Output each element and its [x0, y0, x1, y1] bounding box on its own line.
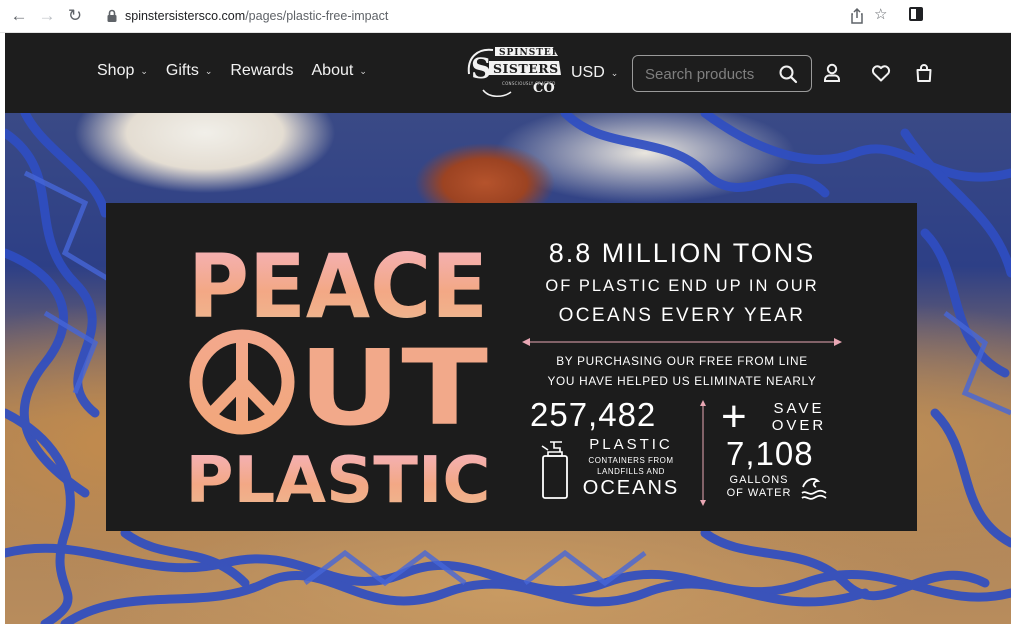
- wave-icon: [801, 478, 827, 500]
- save-line1: SAVE: [773, 400, 825, 417]
- search-box[interactable]: [632, 55, 812, 92]
- containers-count: 257,482: [530, 396, 657, 433]
- vertical-divider: [700, 400, 706, 506]
- gallons-label: GALLONS OF WATER: [723, 474, 795, 500]
- logo-line1: SPINSTER: [499, 48, 560, 58]
- chevron-down-icon: ⌄: [610, 67, 619, 78]
- url-domain: spinstersistersco.com: [125, 9, 246, 23]
- gallons-line1: GALLONS: [729, 474, 789, 486]
- sub-line2: YOU HAVE HELPED US ELIMINATE NEARLY: [547, 374, 817, 388]
- currency-selector[interactable]: USD ⌄: [571, 64, 618, 82]
- back-arrow-icon[interactable]: ←: [8, 5, 30, 27]
- logo-line2: SISTERS: [493, 61, 559, 76]
- nav-gifts-label: Gifts: [165, 62, 199, 79]
- containers-label: PLASTIC CONTAINERS FROM LANDFILLS AND OC…: [576, 436, 686, 500]
- containers-label2: CONTAINERS FROM: [588, 456, 674, 465]
- nav-shop[interactable]: Shop ⌄: [97, 62, 148, 80]
- chevron-down-icon: ⌄: [359, 65, 367, 76]
- nav-rewards[interactable]: Rewards: [230, 62, 293, 80]
- containers-label1: PLASTIC: [589, 436, 673, 453]
- chevron-down-icon: ⌄: [204, 65, 213, 76]
- bottle-icon: [541, 441, 568, 499]
- nav-gifts[interactable]: Gifts ⌄: [166, 62, 212, 80]
- search-input[interactable]: [645, 64, 770, 84]
- nav-shop-label: Shop: [97, 62, 135, 79]
- peace-sign-icon: [189, 329, 295, 435]
- url-path: /pages/plastic-free-impact: [245, 9, 389, 23]
- gallons-count: 7,108: [726, 435, 814, 472]
- site-header: Shop ⌄ Gifts ⌄ Rewards About ⌄ SPINSTER S S…: [5, 33, 1011, 113]
- browser-toolbar: ← → ↻ spinstersistersco.com/pages/plasti…: [0, 0, 1011, 33]
- side-panel-icon[interactable]: [909, 7, 923, 21]
- svg-text:S: S: [471, 52, 491, 85]
- stat-line2: OCEANS EVERY YEAR: [558, 305, 806, 326]
- reload-icon[interactable]: ↻: [64, 5, 86, 27]
- impact-infographic: PEACE UT PLASTIC 8.8 MILLION TONS OF PLA…: [106, 203, 917, 531]
- hero-banner: PEACE UT PLASTIC 8.8 MILLION TONS OF PLA…: [5, 113, 1011, 624]
- url-text: spinstersistersco.com/pages/plastic-free…: [125, 9, 388, 23]
- address-bar[interactable]: spinstersistersco.com/pages/plastic-free…: [94, 3, 906, 30]
- currency-label: USD: [571, 64, 605, 81]
- bag-icon[interactable]: [913, 62, 935, 84]
- lock-icon[interactable]: [104, 8, 120, 24]
- stat-line1: OF PLASTIC END UP IN OUR: [545, 277, 819, 295]
- main-nav: Shop ⌄ Gifts ⌄ Rewards About ⌄: [97, 62, 367, 80]
- star-icon[interactable]: ☆: [874, 5, 887, 23]
- peace-out-plastic-art: PEACE UT PLASTIC: [186, 237, 491, 507]
- headline-word1: PEACE: [188, 237, 488, 338]
- containers-label3: LANDFILLS AND: [597, 467, 665, 476]
- ornament-divider: [522, 338, 842, 346]
- headline-word2: UT: [298, 327, 488, 449]
- account-icon[interactable]: [821, 62, 843, 84]
- headline-word3: PLASTIC: [186, 444, 491, 507]
- search-icon[interactable]: [778, 64, 798, 84]
- stat-title: 8.8 MILLION TONS: [548, 238, 816, 268]
- site-logo[interactable]: SPINSTER S SISTERS CONSCIOUSLY CRAFTED C…: [465, 44, 563, 102]
- nav-rewards-label: Rewards: [230, 62, 294, 79]
- save-over-label: SAVE OVER: [766, 400, 832, 434]
- share-icon[interactable]: [847, 6, 867, 26]
- sub-line1: BY PURCHASING OUR FREE FROM LINE: [556, 354, 808, 368]
- nav-about[interactable]: About ⌄: [312, 62, 367, 80]
- save-line2: OVER: [771, 417, 827, 434]
- containers-label4: OCEANS: [582, 477, 680, 499]
- gallons-line2: OF WATER: [726, 487, 792, 499]
- heart-icon[interactable]: [870, 62, 892, 84]
- forward-arrow-icon[interactable]: →: [36, 5, 58, 27]
- nav-about-label: About: [311, 62, 354, 79]
- chevron-down-icon: ⌄: [140, 65, 148, 76]
- logo-line3: CO: [533, 81, 555, 96]
